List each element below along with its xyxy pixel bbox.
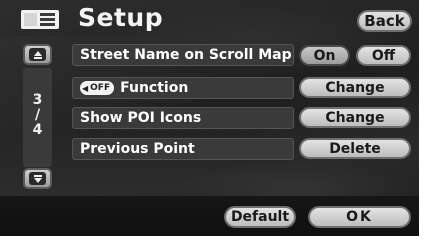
page-title: Setup: [78, 3, 164, 32]
page-separator: /: [34, 107, 41, 123]
speaker-left-icon: ◀: [82, 83, 89, 93]
back-button[interactable]: Back: [357, 10, 412, 32]
option-label: Previous Point: [80, 141, 195, 157]
ok-button[interactable]: OK: [308, 206, 411, 228]
setup-screen: Setup Back 3 / 4 Street Name on Scroll M…: [0, 0, 419, 236]
list-menu-icon: [21, 10, 59, 29]
off-badge: ◀ OFF: [80, 81, 115, 95]
page-total: 4: [32, 122, 43, 138]
option-label: Street Name on Scroll Map: [80, 47, 292, 63]
on-button[interactable]: On: [299, 45, 350, 66]
option-show-poi-icons: Show POI Icons: [72, 107, 294, 129]
chevron-up-icon: [29, 48, 46, 61]
option-previous-point: Previous Point: [72, 138, 294, 160]
page-current: 3: [32, 92, 43, 108]
scroll-down-button[interactable]: [23, 168, 52, 189]
option-street-name: Street Name on Scroll Map: [72, 44, 294, 66]
change-function-button[interactable]: Change: [299, 77, 411, 98]
change-poi-icons-button[interactable]: Change: [299, 107, 411, 128]
delete-previous-point-button[interactable]: Delete: [299, 138, 411, 159]
chevron-down-icon: [29, 172, 46, 185]
option-off-function: ◀ OFF Function: [72, 77, 294, 99]
option-label: Function: [120, 80, 189, 96]
scroll-up-button[interactable]: [23, 44, 52, 65]
off-button[interactable]: Off: [356, 45, 411, 66]
option-label: Show POI Icons: [80, 110, 202, 126]
default-button[interactable]: Default: [224, 206, 296, 228]
